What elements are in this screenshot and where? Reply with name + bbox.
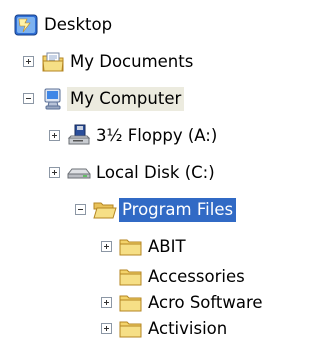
expand-icon[interactable] — [101, 323, 112, 334]
my-computer-icon — [44, 88, 61, 110]
collapse-icon[interactable] — [23, 93, 34, 104]
expand-icon[interactable] — [49, 167, 60, 178]
folder-icon — [119, 295, 142, 312]
folder-icon — [119, 239, 142, 256]
folder-open-icon — [93, 202, 117, 219]
my-documents-icon — [42, 52, 64, 72]
tree-item-label: My Computer — [67, 87, 185, 111]
tree-item-label: ABIT — [148, 237, 186, 256]
tree-item-label: Activision — [148, 319, 228, 338]
expand-icon[interactable] — [101, 297, 112, 308]
tree-item-label: My Documents — [70, 52, 194, 71]
floppy-drive-icon — [67, 124, 91, 145]
folder-icon — [119, 269, 142, 286]
tree-item-label: Local Disk (C:) — [96, 163, 215, 182]
tree-item-label: Acro Software — [148, 293, 263, 312]
expand-icon[interactable] — [23, 56, 34, 67]
tree-item-label: 3½ Floppy (A:) — [96, 126, 218, 145]
tree-item-label: Program Files — [119, 198, 237, 222]
folder-icon — [119, 321, 142, 338]
desktop-icon — [14, 14, 38, 36]
collapse-icon[interactable] — [75, 204, 86, 215]
tree-item-label: Accessories — [148, 267, 245, 286]
folder-tree: Desktop My Documents My Computer 3½ Flop… — [0, 0, 336, 345]
expand-icon[interactable] — [49, 130, 60, 141]
hard-disk-icon — [67, 168, 91, 179]
expand-icon[interactable] — [101, 241, 112, 252]
tree-item-label: Desktop — [44, 15, 113, 34]
